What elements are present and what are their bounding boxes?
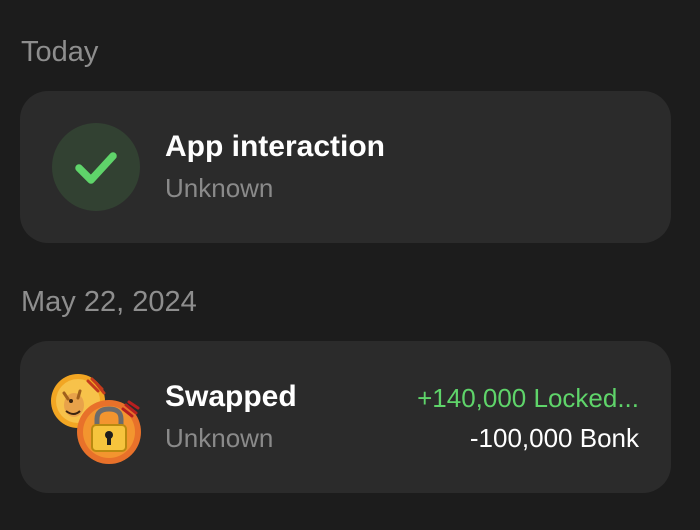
- activity-subtitle: Unknown: [165, 173, 274, 203]
- amount-received: +140,000 Locked...: [417, 383, 639, 413]
- activity-title: Swapped: [165, 380, 297, 413]
- activity-card-app-interaction[interactable]: App interaction Unknown: [20, 91, 671, 243]
- section-date-may-22-2024: May 22, 2024: [21, 286, 197, 318]
- swap-token-icons: [50, 371, 142, 465]
- amount-sent: -100,000 Bonk: [469, 423, 639, 453]
- activity-subtitle: Unknown: [165, 423, 274, 453]
- activity-card-swapped[interactable]: Swapped Unknown +140,000 Locked... -100,…: [20, 341, 671, 493]
- section-date-today: Today: [21, 36, 99, 68]
- activity-title: App interaction: [165, 130, 386, 163]
- success-badge: [52, 123, 140, 211]
- locked-token-icon: [77, 400, 141, 464]
- check-icon: [75, 152, 117, 184]
